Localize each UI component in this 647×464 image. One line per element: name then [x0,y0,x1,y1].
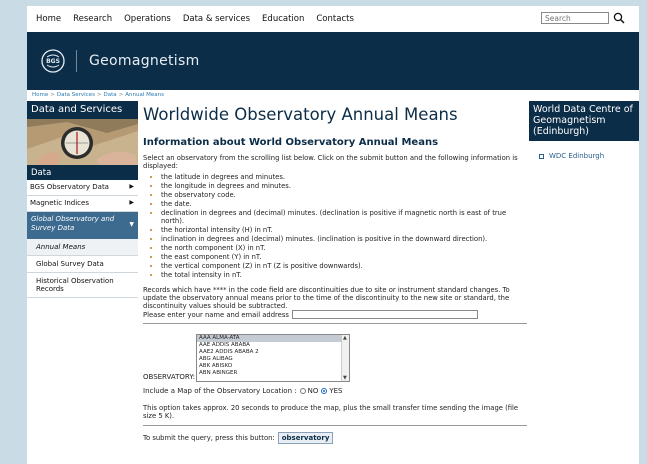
sidebar-item-label: Global Observatory and Survey Data [31,215,115,232]
chevron-right-icon: ▶ [129,183,134,190]
list-item: the latitude in degrees and minutes. [161,173,527,181]
chevron-up-icon[interactable]: ▲ [343,335,347,341]
breadcrumb-data-services[interactable]: Data Services [57,92,95,98]
observatory-submit-button[interactable]: observatory [277,432,334,444]
map-no-label: NO [307,387,319,395]
list-item: the north component (X) in nT. [161,244,527,252]
chevron-down-icon: ▼ [129,221,134,228]
observatory-option[interactable]: AAE ADDIS ABABA [197,342,349,349]
breadcrumb-separator: > [118,92,124,98]
wdc-edinburgh-link[interactable]: WDC Edinburgh [529,152,639,160]
left-sidebar: Data and Services Data BGS Observatory D… [27,101,138,298]
discontinuity-note: Records which have **** in the code fiel… [143,286,510,310]
breadcrumb-annual-means[interactable]: Annual Means [125,92,164,98]
email-row: Please enter your name and email address [143,310,527,324]
map-yes-radio[interactable] [321,388,328,394]
info-list: the latitude in degrees and minutes. the… [143,173,527,279]
banner-divider [76,50,77,72]
sidebar-subitem-historical-records[interactable]: Historical Observation Records [27,273,138,298]
observatory-option[interactable]: ABK ABISKO [197,363,349,370]
chevron-down-icon[interactable]: ▼ [343,375,347,381]
list-item: the horizontal intensity (H) in nT. [161,226,527,234]
sidebar-item-bgs-observatory-data[interactable]: BGS Observatory Data ▶ [27,180,138,196]
search-input[interactable] [541,12,609,24]
observatory-option[interactable]: ABN ABINGER [197,370,349,377]
nav-home[interactable]: Home [36,14,61,24]
nav-research[interactable]: Research [73,14,112,24]
bgs-logo-text: BGS [46,58,60,65]
search-box [541,12,625,24]
compass-photo [27,119,138,165]
breadcrumb: Home > Data Services > Data > Annual Means [27,90,639,100]
main-content: Worldwide Observatory Annual Means Infor… [143,101,527,444]
sidebar-item-label: BGS Observatory Data [30,183,109,191]
nav-operations[interactable]: Operations [124,14,171,24]
breadcrumb-home[interactable]: Home [32,92,48,98]
list-item: the total intensity in nT. [161,271,527,279]
list-item: the date. [161,200,527,208]
sidebar-item-global-observatory-survey[interactable]: Global Observatory and Survey Data ▼ [27,212,138,239]
observatory-scrollbar[interactable]: ▲ ▼ [341,335,350,381]
observatory-row: OBSERVATORY: AAA ALMA-ATA AAE ADDIS ABAB… [143,334,527,382]
intro-text: Select an observatory from the scrolling… [143,154,518,170]
map-yes-label: YES [329,387,343,395]
breadcrumb-data[interactable]: Data [104,92,117,98]
observatory-option[interactable]: ABG ALIBAG [197,356,349,363]
sidebar-section-data[interactable]: Data [27,165,138,180]
map-option-label: Include a Map of the Observatory Locatio… [143,387,297,395]
observatory-label: OBSERVATORY: [143,373,196,381]
page-title: Worldwide Observatory Annual Means [143,105,458,124]
list-item: the longitude in degrees and minutes. [161,182,527,190]
sidebar-subitem-global-survey-data[interactable]: Global Survey Data [27,256,138,273]
email-field[interactable] [291,310,478,319]
email-label: Please enter your name and email address [143,310,289,319]
list-item: inclination in degrees and (decimal) min… [161,235,527,243]
nav-education[interactable]: Education [262,14,304,24]
map-option-row: Include a Map of the Observatory Locatio… [143,387,527,395]
wdc-link-label: WDC Edinburgh [549,152,605,160]
map-time-note: This option takes approx. 20 seconds to … [143,404,527,426]
search-icon[interactable] [613,12,625,24]
list-item: the east component (Y) in nT. [161,253,527,261]
list-item: the vertical component (Z) in nT (Z is p… [161,262,527,270]
page: Home Research Operations Data & services… [27,6,639,464]
list-item: declination in degrees and (decimal) min… [161,209,527,225]
sidebar-item-label: Magnetic Indices [30,199,89,207]
sidebar-header: Data and Services [27,101,138,119]
observatory-select[interactable]: AAA ALMA-ATA AAE ADDIS ABABA AAE2 ADDIS … [196,334,351,382]
breadcrumb-separator: > [96,92,102,98]
observatory-option[interactable]: AAE2 ADDIS ABABA 2 [197,349,349,356]
nav-data-services[interactable]: Data & services [183,14,250,24]
breadcrumb-separator: > [50,92,55,98]
right-sidebar: World Data Centre of Geomagnetism (Edinb… [529,101,639,160]
sidebar-item-magnetic-indices[interactable]: Magnetic Indices ▶ [27,196,138,212]
sidebar-subitem-annual-means[interactable]: Annual Means [27,239,138,256]
bgs-logo[interactable]: BGS [41,49,65,73]
list-item: the observatory code. [161,191,527,199]
submit-row: To submit the query, press this button: … [143,432,527,444]
banner-title: Geomagnetism [89,53,200,69]
chevron-right-icon: ▶ [129,199,134,206]
wdc-header: World Data Centre of Geomagnetism (Edinb… [529,101,639,141]
submit-label: To submit the query, press this button: [143,434,275,442]
site-banner: BGS Geomagnetism [27,32,639,90]
square-bullet-icon [539,153,544,159]
top-navigation: Home Research Operations Data & services… [27,6,639,32]
observatory-option[interactable]: AAA ALMA-ATA [197,335,350,342]
section-subtitle: Information about World Observatory Annu… [143,137,439,148]
nav-contacts[interactable]: Contacts [316,14,354,24]
map-no-radio[interactable] [299,388,306,394]
